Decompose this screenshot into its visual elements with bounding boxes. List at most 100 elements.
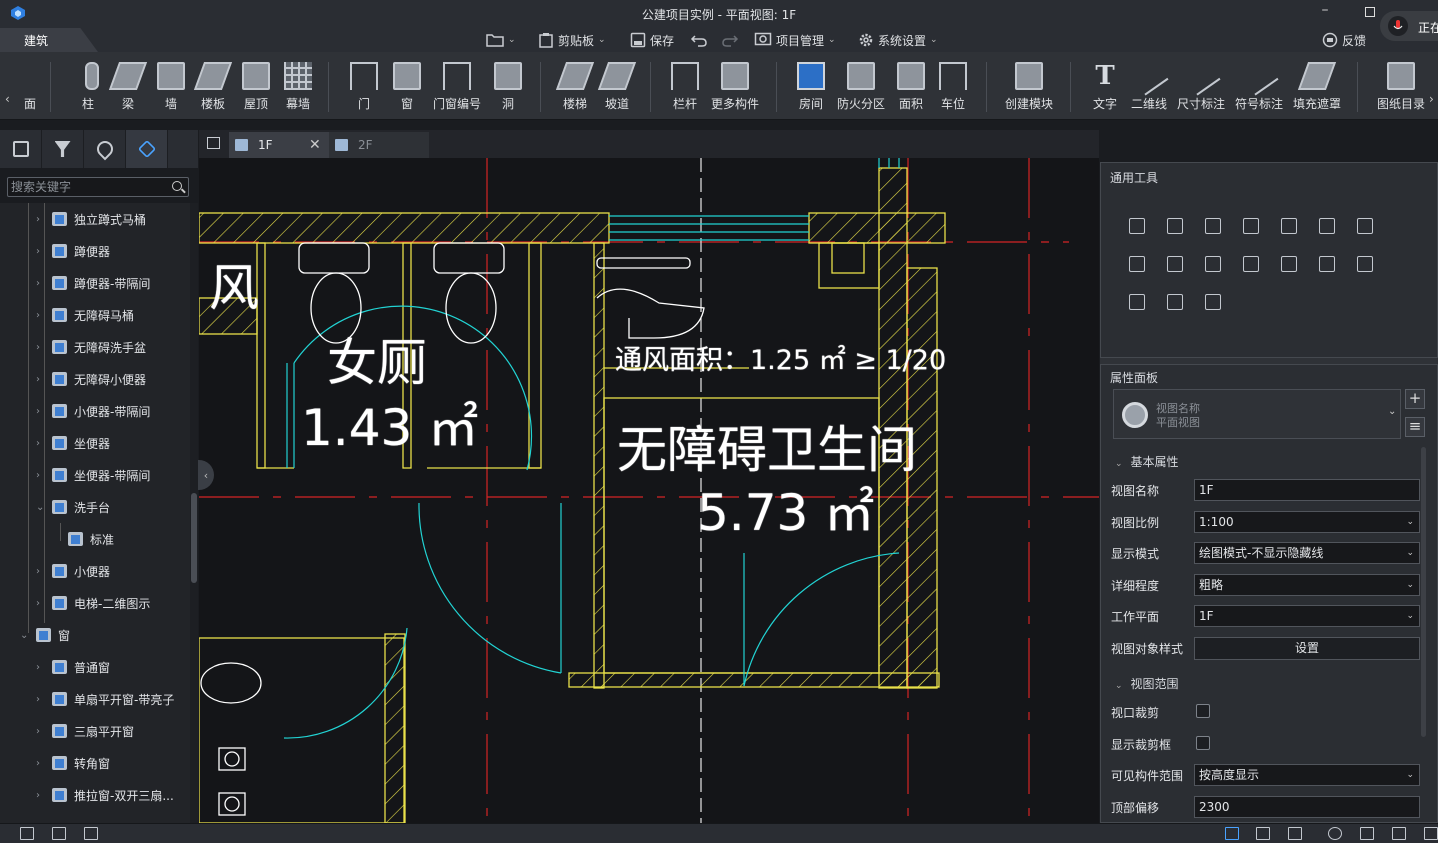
text-button[interactable]: T 文字 xyxy=(1091,56,1119,116)
room-button[interactable]: 房间 xyxy=(797,56,825,116)
maximize-button[interactable] xyxy=(1365,7,1375,17)
offset-tool-icon[interactable] xyxy=(1316,215,1336,235)
property-select[interactable]: 按高度显示 ⌄ xyxy=(1194,764,1420,787)
delete-tool-icon[interactable] xyxy=(1354,253,1374,273)
feedback-button[interactable]: 反馈 xyxy=(1322,31,1366,49)
tree-item[interactable]: › 单扇平开窗-带亮子 xyxy=(0,683,190,715)
layout-tile-icon[interactable] xyxy=(52,827,66,840)
property-select[interactable]: 1:100 ⌄ xyxy=(1194,510,1420,533)
split-tool-icon[interactable] xyxy=(1278,215,1298,235)
property-checkbox[interactable] xyxy=(1196,735,1210,750)
property-button[interactable]: 设置 xyxy=(1194,637,1420,660)
door-window-number-button[interactable]: 门窗编号 xyxy=(433,56,481,116)
search-icon[interactable] xyxy=(172,181,182,191)
more-components-button[interactable]: 更多构件 xyxy=(709,56,761,116)
column-button[interactable]: 柱 xyxy=(74,56,102,116)
parking-button[interactable]: 车位 xyxy=(939,56,967,116)
chevron-right-icon[interactable]: › xyxy=(36,406,40,417)
stair-button[interactable]: 楼梯 xyxy=(555,56,595,116)
chevron-right-icon[interactable]: › xyxy=(36,694,40,705)
chevron-right-icon[interactable]: › xyxy=(36,598,40,609)
trim-tool-icon[interactable] xyxy=(1164,253,1184,273)
annotation-icon[interactable] xyxy=(1328,827,1342,840)
3d-view-icon[interactable] xyxy=(1392,827,1406,840)
ribbon-scroll-left-button[interactable]: ‹ xyxy=(5,92,10,106)
search-input[interactable] xyxy=(8,178,168,196)
move-tool-icon[interactable] xyxy=(1126,215,1146,235)
layout-split-icon[interactable] xyxy=(84,827,98,840)
properties-scrollbar[interactable] xyxy=(1421,447,1426,737)
chevron-right-icon[interactable]: › xyxy=(36,310,40,321)
chevron-right-icon[interactable]: › xyxy=(36,438,40,449)
tab-1f[interactable]: 1F ✕ xyxy=(229,132,329,158)
group-tool-icon[interactable] xyxy=(1278,253,1298,273)
group-view-range[interactable]: ⌄ 视图范围 xyxy=(1115,675,1179,692)
view-settings-button[interactable]: ≡ xyxy=(1405,417,1425,437)
chevron-right-icon[interactable]: › xyxy=(36,214,40,225)
chevron-right-icon[interactable]: › xyxy=(36,470,40,481)
save-button[interactable]: 保存 xyxy=(630,31,674,49)
mirror-tool-icon[interactable] xyxy=(1316,253,1336,273)
area-button[interactable]: 面积 xyxy=(897,56,925,116)
chevron-right-icon[interactable]: › xyxy=(36,790,40,801)
open-folder-button[interactable]: ⌄ xyxy=(486,31,516,49)
view-type-selector[interactable]: 视图名称 平面视图 ⌄ xyxy=(1113,389,1401,439)
list-icon[interactable] xyxy=(1256,827,1270,840)
window-button[interactable]: 窗 xyxy=(393,56,421,116)
tree-item[interactable]: › 推拉窗-双开三扇... xyxy=(0,779,190,811)
property-checkbox[interactable] xyxy=(1196,704,1210,718)
array-tool-icon[interactable] xyxy=(1240,253,1260,273)
ribbon-scroll-right-button[interactable]: › xyxy=(1429,92,1434,106)
tree-item[interactable]: › 转角窗 xyxy=(0,747,190,779)
floor-slab-button[interactable]: 楼板 xyxy=(193,56,233,116)
sheet-list-button[interactable]: 图纸目录 xyxy=(1377,56,1425,116)
ruler-icon[interactable] xyxy=(1288,827,1302,840)
snap-icon[interactable] xyxy=(1225,827,1239,840)
chevron-right-icon[interactable]: › xyxy=(36,342,40,353)
layer-icon[interactable] xyxy=(1360,827,1374,840)
layout-grid-icon[interactable] xyxy=(20,827,34,840)
ribbon-cut-item[interactable]: 面 xyxy=(22,56,38,116)
chevron-right-icon[interactable]: › xyxy=(36,374,40,385)
door-button[interactable]: 门 xyxy=(350,56,378,116)
curtain-wall-button[interactable]: 幕墙 xyxy=(283,56,313,116)
property-input[interactable]: 2300 xyxy=(1194,795,1420,818)
duplicate-tool-icon[interactable] xyxy=(1354,215,1374,235)
railing-button[interactable]: 栏杆 xyxy=(671,56,699,116)
extend-tool-icon[interactable] xyxy=(1202,253,1222,273)
copy-tool-icon[interactable] xyxy=(1164,215,1184,235)
rotate-tool-icon[interactable] xyxy=(1202,215,1222,235)
recording-badge[interactable]: 正在 xyxy=(1380,11,1438,41)
property-input[interactable]: 1F xyxy=(1194,479,1420,501)
chevron-right-icon[interactable]: › xyxy=(36,726,40,737)
tab-list-icon[interactable] xyxy=(207,137,220,149)
redo-button[interactable] xyxy=(721,31,739,49)
measure-tool-icon[interactable] xyxy=(1202,291,1222,311)
dimension-button[interactable]: 尺寸标注 xyxy=(1177,56,1225,116)
opening-button[interactable]: 洞 xyxy=(494,56,522,116)
tree-scrollbar-thumb[interactable] xyxy=(191,493,197,583)
chevron-right-icon[interactable]: › xyxy=(36,246,40,257)
project-management-button[interactable]: 项目管理 ⌄ xyxy=(754,31,836,49)
stack-tool-icon[interactable] xyxy=(1126,253,1146,273)
beam-button[interactable]: 梁 xyxy=(108,56,148,116)
tab-architecture[interactable]: 建筑 xyxy=(0,28,98,52)
2d-line-button[interactable]: 二维线 xyxy=(1129,56,1169,116)
location-button[interactable] xyxy=(84,130,126,168)
tree-item[interactable]: › 普通窗 xyxy=(0,651,190,683)
property-select[interactable]: 1F ⌄ xyxy=(1194,605,1420,628)
component-library-button[interactable] xyxy=(126,130,168,168)
tab-2f[interactable]: 2F xyxy=(329,132,429,158)
create-module-button[interactable]: 创建模块 xyxy=(1005,56,1053,116)
chevron-right-icon[interactable]: › xyxy=(36,566,40,577)
attach-tool-icon[interactable] xyxy=(1164,291,1184,311)
settings-icon[interactable] xyxy=(1424,827,1438,840)
fire-zone-button[interactable]: 防火分区 xyxy=(836,56,886,116)
filter-button[interactable] xyxy=(42,130,84,168)
roof-button[interactable]: 屋顶 xyxy=(241,56,271,116)
chevron-right-icon[interactable]: › xyxy=(36,758,40,769)
undo-button[interactable] xyxy=(690,31,708,49)
3d-view-tool-icon[interactable] xyxy=(1126,291,1146,311)
system-settings-button[interactable]: 系统设置 ⌄ xyxy=(858,31,938,49)
align-tool-icon[interactable] xyxy=(1240,215,1260,235)
